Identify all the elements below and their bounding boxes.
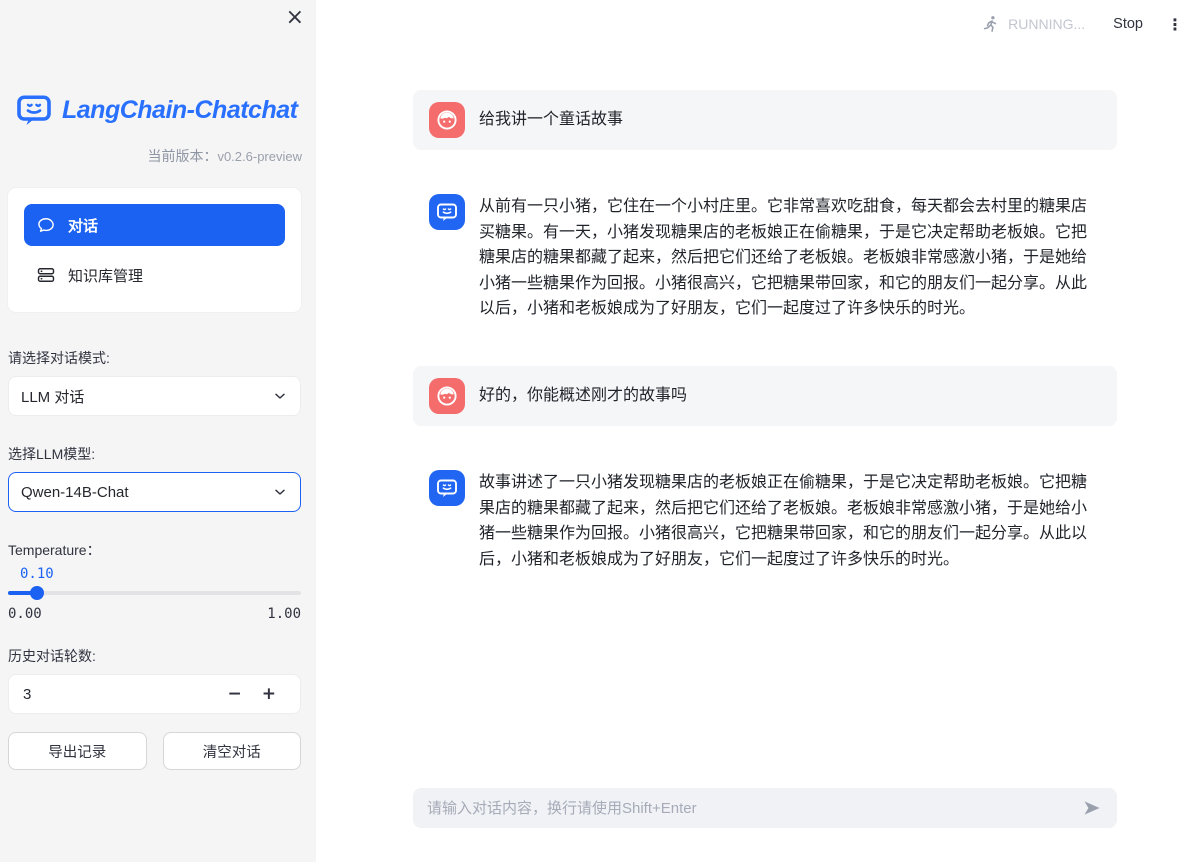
- slider-min-label: 0.00: [8, 606, 42, 622]
- sidebar: × LangChain-Chatchat 当前版本：v0.2.6-preview…: [0, 0, 316, 862]
- temperature-label: Temperature：: [8, 540, 301, 560]
- user-avatar: [429, 102, 465, 138]
- nav-item-knowledge-base[interactable]: 知识库管理: [24, 254, 285, 296]
- chevron-down-icon: [272, 484, 288, 500]
- user-message: 好的，你能概述刚才的故事吗: [413, 366, 1117, 426]
- dialog-mode-select[interactable]: LLM 对话: [8, 376, 301, 416]
- chat-bubble-logo-icon: [16, 92, 52, 128]
- export-history-button[interactable]: 导出记录: [8, 732, 147, 770]
- message-list: 给我讲一个童话故事 从前有一只小猪，它住在一个小村庄里。它非常喜欢吃甜食，每天都…: [413, 0, 1117, 584]
- clear-dialogue-button[interactable]: 清空对话: [163, 732, 302, 770]
- user-avatar: [429, 378, 465, 414]
- user-face-icon: [435, 108, 459, 132]
- send-button[interactable]: [1079, 796, 1105, 820]
- llm-model-value: Qwen-14B-Chat: [21, 484, 272, 501]
- dialog-mode-label: 请选择对话模式:: [8, 348, 301, 368]
- chat-input[interactable]: [427, 800, 1079, 817]
- history-rounds-value: 3: [23, 686, 218, 703]
- assistant-message: 故事讲述了一只小猪发现糖果店的老板娘正在偷糖果，于是它决定帮助老板娘。它把糖果店…: [413, 458, 1117, 584]
- stop-button[interactable]: Stop: [1113, 16, 1143, 32]
- send-arrow-icon: [1083, 800, 1101, 816]
- database-icon: [36, 265, 56, 285]
- user-face-icon: [435, 384, 459, 408]
- nav-card: 对话 知识库管理: [8, 188, 301, 312]
- app-window: × LangChain-Chatchat 当前版本：v0.2.6-preview…: [0, 0, 1199, 862]
- nav-item-label: 对话: [68, 215, 98, 236]
- temperature-value: 0.10: [20, 566, 301, 582]
- nav-item-label: 知识库管理: [68, 265, 143, 286]
- message-text: 故事讲述了一只小猪发现糖果店的老板娘正在偷糖果，于是它决定帮助老板娘。它把糖果店…: [479, 470, 1101, 572]
- temperature-slider: 0.10 0.00 1.00: [8, 566, 301, 622]
- chat-bubble-smiley-icon: [435, 476, 459, 500]
- nav-item-dialogue[interactable]: 对话: [24, 204, 285, 246]
- slider-thumb[interactable]: [30, 586, 44, 600]
- llm-model-select[interactable]: Qwen-14B-Chat: [8, 472, 301, 512]
- app-title: LangChain-Chatchat: [62, 96, 297, 125]
- version-value: v0.2.6-preview: [217, 149, 302, 164]
- slider-max-label: 1.00: [267, 606, 301, 622]
- kebab-menu-icon[interactable]: ⋮: [1167, 15, 1183, 34]
- chat-column: 给我讲一个童话故事 从前有一只小猪，它住在一个小村庄里。它非常喜欢吃甜食，每天都…: [413, 0, 1117, 862]
- assistant-avatar: [429, 194, 465, 230]
- assistant-message: 从前有一只小猪，它住在一个小村庄里。它非常喜欢吃甜食，每天都会去村里的糖果店买糖…: [413, 182, 1117, 334]
- dialog-mode-value: LLM 对话: [21, 386, 272, 407]
- chevron-down-icon: [272, 388, 288, 404]
- slider-track[interactable]: [8, 586, 301, 600]
- logo: LangChain-Chatchat: [16, 92, 300, 128]
- llm-model-label: 选择LLM模型:: [8, 444, 301, 464]
- close-sidebar-icon[interactable]: ×: [286, 4, 304, 32]
- user-message: 给我讲一个童话故事: [413, 90, 1117, 150]
- message-text: 给我讲一个童话故事: [479, 107, 623, 133]
- decrement-button[interactable]: −: [218, 684, 252, 704]
- version-label: 当前版本：: [147, 148, 217, 164]
- history-rounds-input[interactable]: 3 − +: [8, 674, 301, 714]
- history-rounds-label: 历史对话轮数:: [8, 646, 301, 666]
- assistant-avatar: [429, 470, 465, 506]
- chat-bubble-smiley-icon: [435, 200, 459, 224]
- increment-button[interactable]: +: [252, 684, 286, 704]
- message-text: 好的，你能概述刚才的故事吗: [479, 383, 687, 409]
- message-text: 从前有一只小猪，它住在一个小村庄里。它非常喜欢吃甜食，每天都会去村里的糖果店买糖…: [479, 194, 1101, 322]
- main-area: RUNNING... Stop ⋮ 给我讲一个童话故事: [316, 0, 1199, 862]
- chat-input-bar: [413, 788, 1117, 828]
- speech-bubble-icon: [36, 215, 56, 235]
- version-info: 当前版本：v0.2.6-preview: [0, 146, 302, 166]
